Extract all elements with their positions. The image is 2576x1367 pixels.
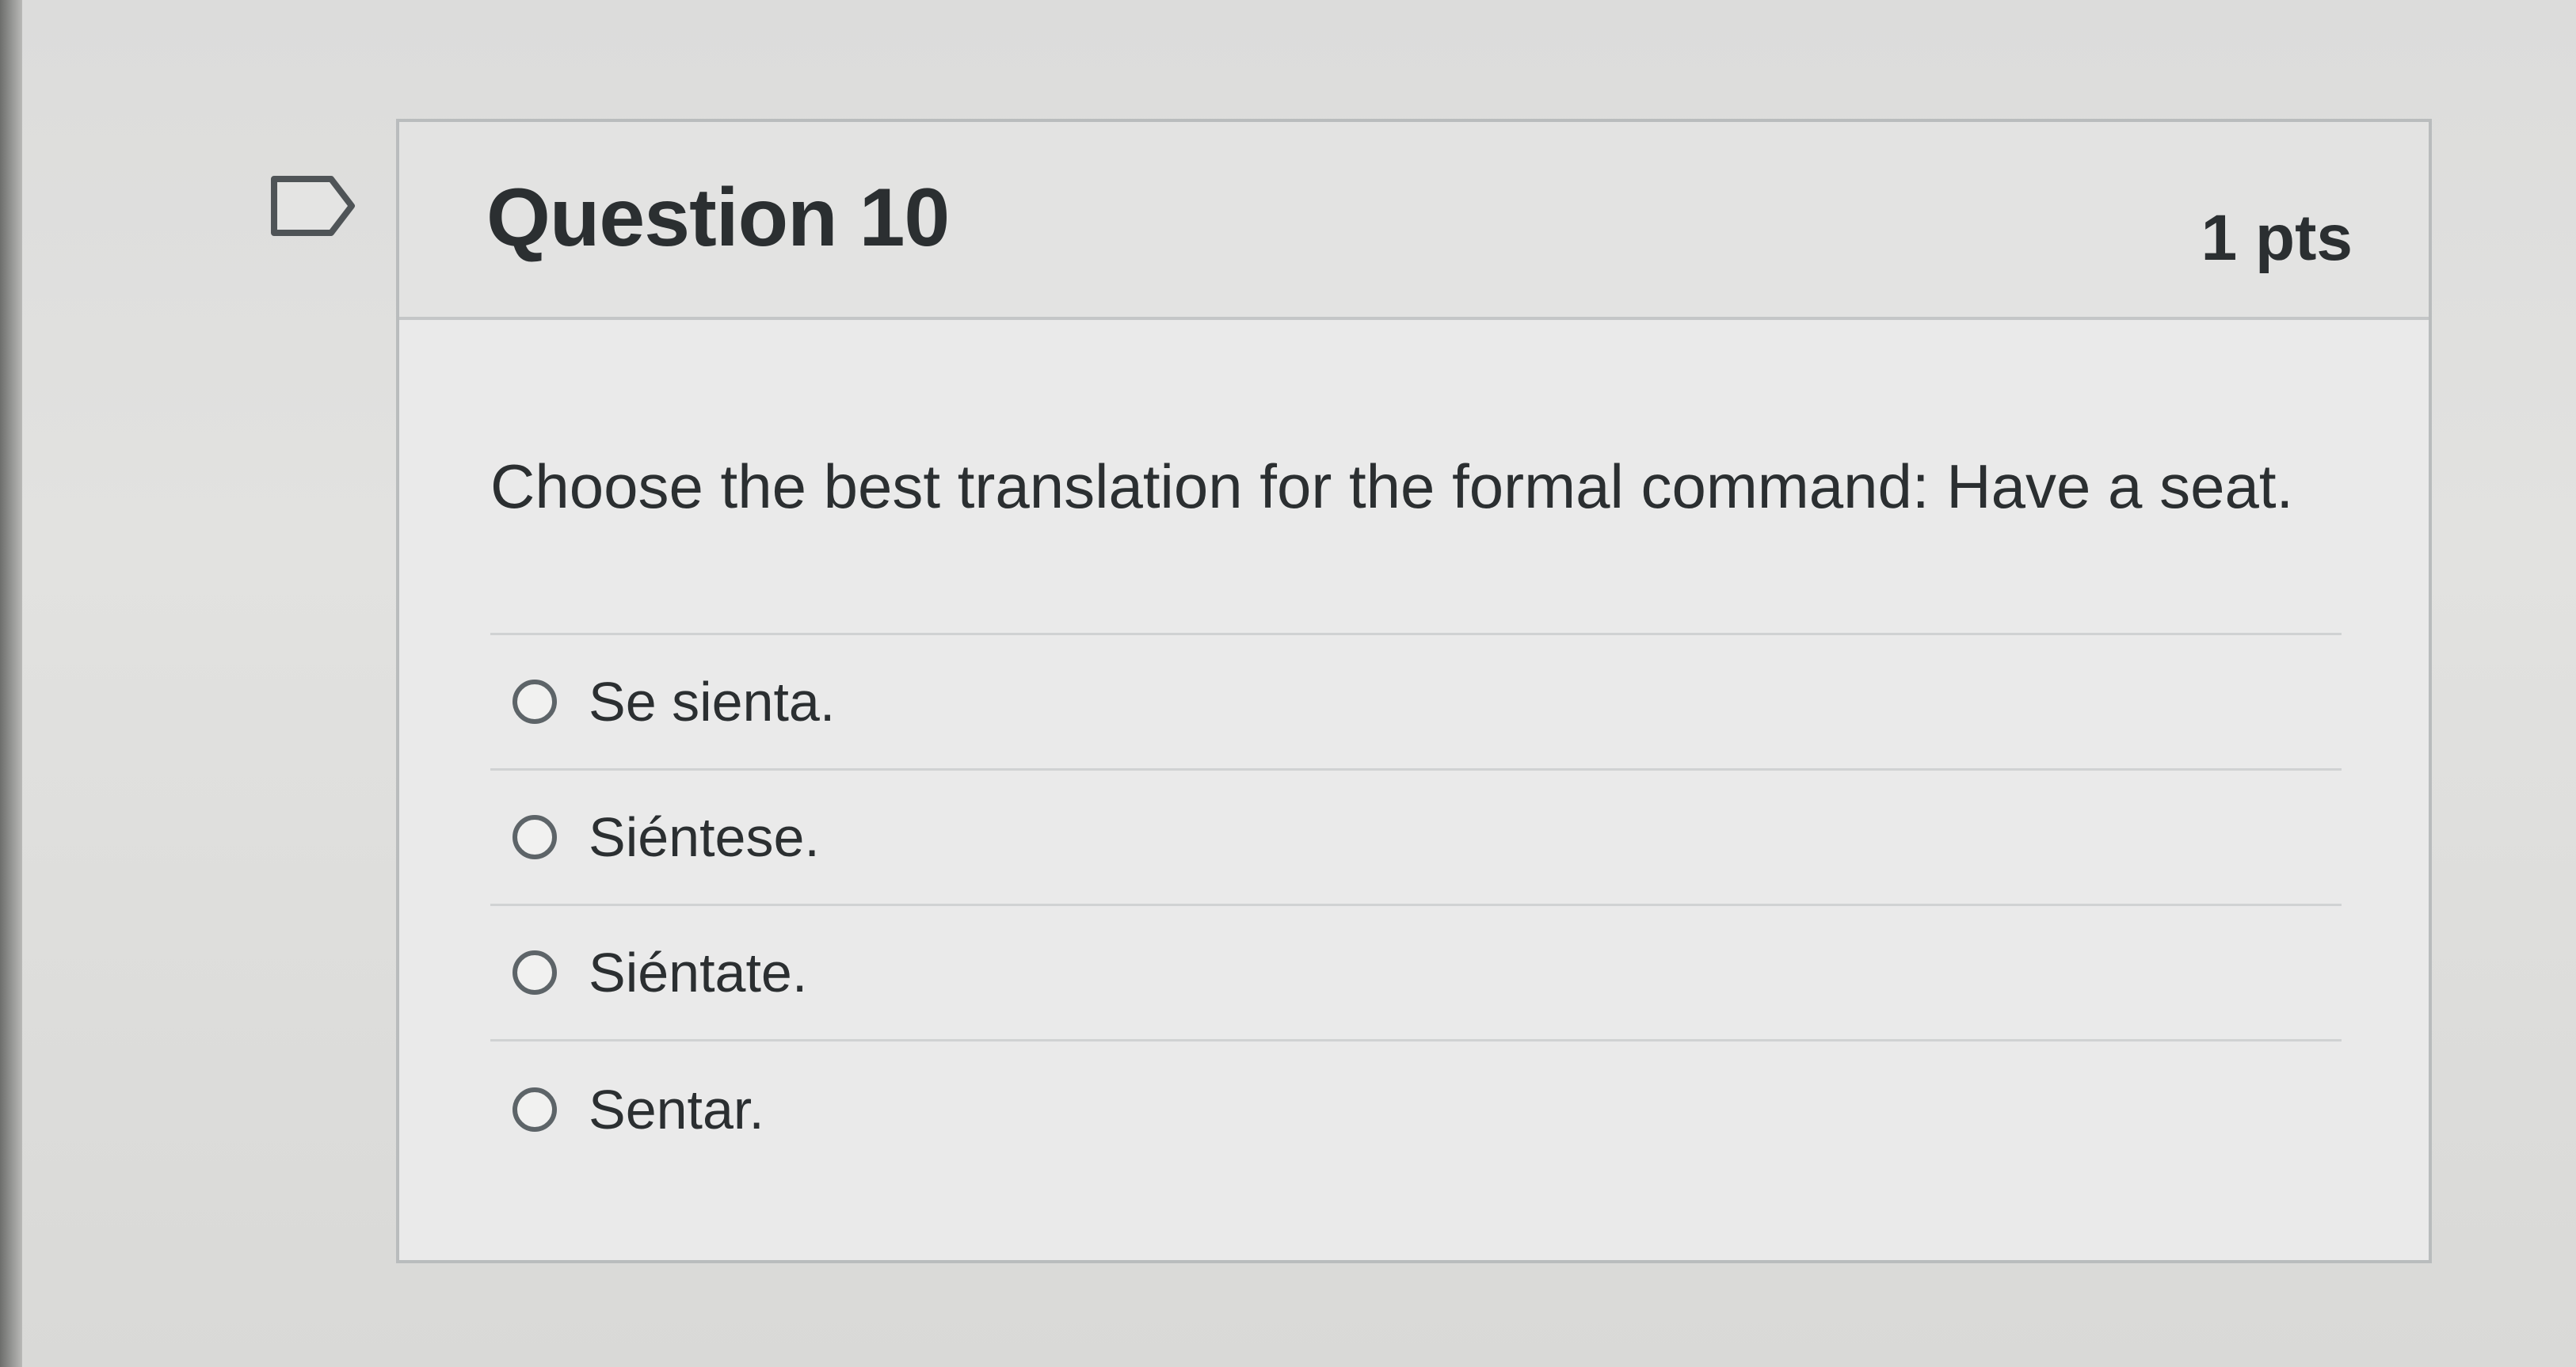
radio-unchecked-icon[interactable] bbox=[513, 950, 557, 995]
question-header: Question 10 1 pts bbox=[399, 122, 2429, 320]
answer-option[interactable]: Sentar. bbox=[490, 1041, 2342, 1177]
question-prompt: Choose the best translation for the form… bbox=[490, 451, 2294, 521]
answer-label[interactable]: Siéntese. bbox=[589, 805, 820, 869]
answer-option[interactable]: Siéntese. bbox=[490, 771, 2342, 906]
question-title: Question 10 bbox=[486, 172, 950, 264]
question-body: Choose the best translation for the form… bbox=[399, 320, 2429, 1260]
answer-label[interactable]: Se sienta. bbox=[589, 670, 835, 733]
question-points: 1 pts bbox=[2201, 202, 2353, 274]
answer-list: Se sienta. Siéntese. Siéntate. Sentar. bbox=[490, 633, 2342, 1177]
answer-label[interactable]: Siéntate. bbox=[589, 941, 807, 1004]
answer-option[interactable]: Siéntate. bbox=[490, 906, 2342, 1041]
question-card: Question 10 1 pts Choose the best transl… bbox=[396, 119, 2432, 1263]
radio-unchecked-icon[interactable] bbox=[513, 815, 557, 859]
answer-option[interactable]: Se sienta. bbox=[490, 635, 2342, 771]
radio-unchecked-icon[interactable] bbox=[513, 680, 557, 724]
flag-question-icon[interactable] bbox=[269, 174, 356, 238]
screen-edge bbox=[0, 0, 22, 1367]
radio-unchecked-icon[interactable] bbox=[513, 1087, 557, 1132]
answer-label[interactable]: Sentar. bbox=[589, 1078, 764, 1141]
